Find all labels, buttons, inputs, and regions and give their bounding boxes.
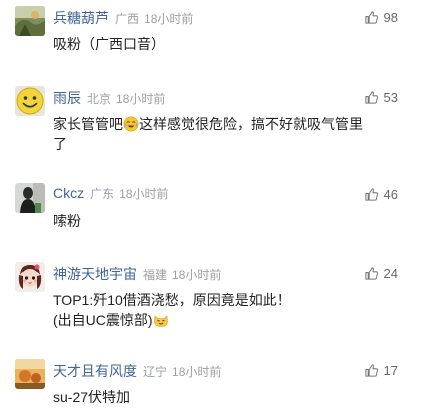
- dark-figure-photo-avatar[interactable]: [15, 183, 45, 213]
- comment-text-line: TOP1:歼10借酒浇愁，原因竟是如此！: [53, 292, 291, 308]
- like-button[interactable]: 46: [364, 187, 398, 202]
- comment-meta: 神游天地宇宙 福建 18小时前: [53, 264, 221, 284]
- orange-scene-photo-avatar[interactable]: [15, 359, 45, 389]
- comment-list: 兵糖葫芦 广西 18小时前 98 吸粉（广西口音） 雨辰 北京 18小时前 53…: [0, 0, 426, 410]
- crying-laughing-emoji: [123, 116, 139, 132]
- comment-text-part: 家长管管吧: [53, 116, 123, 132]
- user-name[interactable]: 雨辰: [53, 88, 81, 108]
- like-count: 46: [383, 187, 398, 202]
- user-location: 辽宁: [143, 365, 168, 379]
- landscape-photo-avatar[interactable]: [15, 6, 45, 36]
- comment-text-part: 了: [53, 136, 67, 152]
- like-button[interactable]: 24: [364, 266, 398, 281]
- comment-meta: 兵糖葫芦 广西 18小时前: [53, 8, 193, 28]
- comment-text: 吸粉（广西口音）: [53, 36, 165, 52]
- thumbs-up-icon: [364, 363, 379, 378]
- user-name[interactable]: 神游天地宇宙: [53, 264, 137, 284]
- comment-time: 18小时前: [172, 365, 222, 379]
- smiley-face-avatar[interactable]: [15, 86, 45, 116]
- comment-text: TOP1:歼10借酒浇愁，原因竟是如此！ (出自UC震惊部): [53, 290, 403, 330]
- comment-meta: 天才且有风度 辽宁 18小时前: [53, 361, 221, 381]
- user-location: 广西: [115, 12, 140, 26]
- like-button[interactable]: 53: [364, 90, 398, 105]
- comment-text: 嗦粉: [53, 213, 81, 229]
- cartoon-doll-avatar[interactable]: [15, 262, 45, 292]
- comment-text: 家长管管吧 这样感觉很危险，搞不好就吸气管里了: [53, 114, 403, 154]
- like-button[interactable]: 17: [364, 363, 398, 378]
- user-name[interactable]: 天才且有风度: [53, 361, 137, 381]
- cat-emoji: [153, 312, 169, 328]
- comment-meta: 雨辰 北京 18小时前: [53, 88, 165, 108]
- comment-text-line: (出自UC震惊部): [53, 312, 153, 328]
- thumbs-up-icon: [364, 266, 379, 281]
- like-count: 17: [383, 363, 398, 378]
- comment-time: 18小时前: [119, 187, 169, 201]
- comment-time: 18小时前: [144, 12, 194, 26]
- user-location: 福建: [143, 268, 168, 282]
- like-count: 24: [383, 266, 398, 281]
- like-count: 53: [383, 90, 398, 105]
- user-location: 广东: [90, 187, 115, 201]
- comment-text-part: 这样感觉很危险，搞不好就吸气管里: [139, 116, 363, 132]
- comment-text: su-27伏特加: [53, 389, 131, 405]
- thumbs-up-icon: [364, 90, 379, 105]
- comment-time: 18小时前: [172, 268, 222, 282]
- comment-time: 18小时前: [116, 92, 166, 106]
- user-name[interactable]: 兵糖葫芦: [53, 8, 109, 28]
- like-count: 98: [383, 10, 398, 25]
- thumbs-up-icon: [364, 10, 379, 25]
- comment-meta: Ckcz 广东 18小时前: [53, 185, 169, 202]
- thumbs-up-icon: [364, 187, 379, 202]
- like-button[interactable]: 98: [364, 10, 398, 25]
- user-name[interactable]: Ckcz: [53, 185, 84, 201]
- user-location: 北京: [87, 92, 112, 106]
